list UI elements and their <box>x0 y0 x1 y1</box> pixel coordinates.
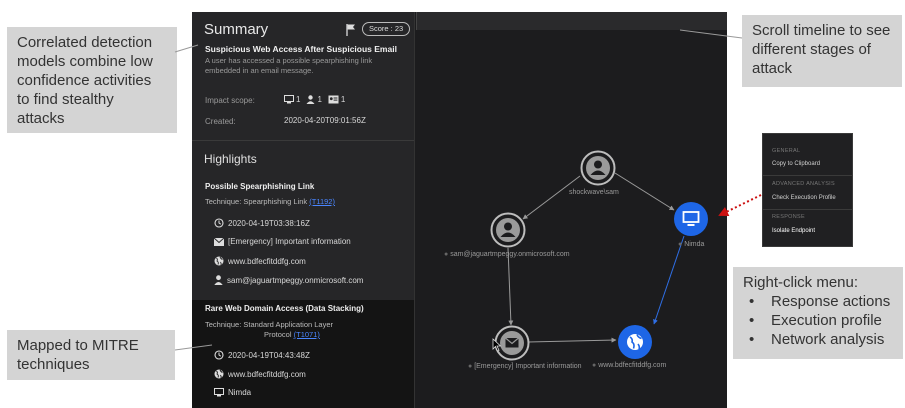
context-menu: GENERAL Copy to Clipboard ADVANCED ANALY… <box>762 133 853 247</box>
menu-header-advanced: ADVANCED ANALYSIS <box>772 181 835 187</box>
menu-divider <box>763 209 852 210</box>
menu-header-general: GENERAL <box>772 148 801 154</box>
menu-item-check-execution-profile[interactable]: Check Execution Profile <box>772 195 836 201</box>
menu-item-copy-to-clipboard[interactable]: Copy to Clipboard <box>772 161 820 167</box>
menu-header-response: RESPONSE <box>772 214 805 220</box>
menu-item-isolate-endpoint[interactable]: Isolate Endpoint <box>772 228 815 234</box>
menu-divider <box>763 175 852 176</box>
